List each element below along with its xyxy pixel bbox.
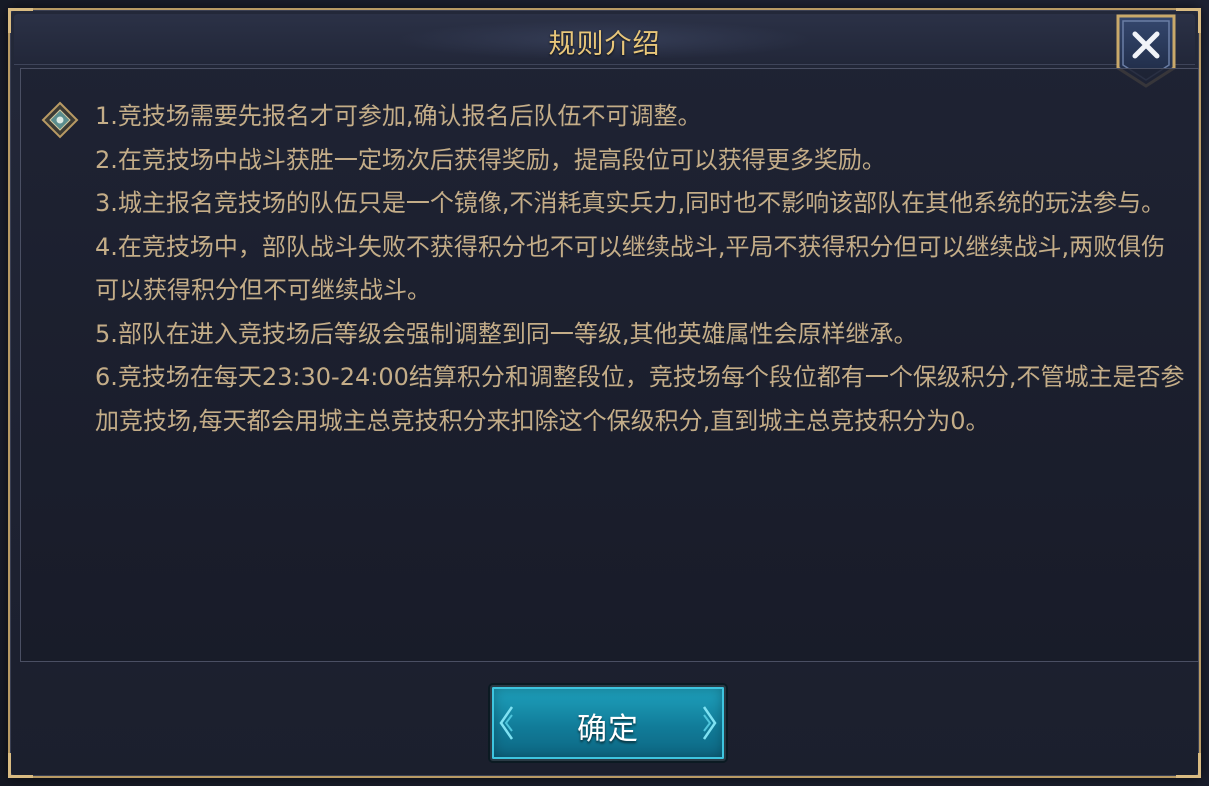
game-screen: 规则介绍 1.竞技场需要先报名才可参加,确认报名后队伍不可调整。 2.在竞技场中… xyxy=(0,0,1209,786)
rule-item: 1.竞技场需要先报名才可参加,确认报名后队伍不可调整。 xyxy=(95,102,702,130)
rules-dialog: 规则介绍 1.竞技场需要先报名才可参加,确认报名后队伍不可调整。 2.在竞技场中… xyxy=(8,8,1201,778)
dialog-title: 规则介绍 xyxy=(548,29,661,60)
rule-item: 3.城主报名竞技场的队伍只是一个镜像,不消耗真实兵力,同时也不影响该部队在其他系… xyxy=(95,189,1166,217)
confirm-label: 确定 xyxy=(577,712,639,747)
confirm-button[interactable]: 确定 xyxy=(490,685,726,761)
frame-corner xyxy=(1176,753,1201,778)
rule-item: 5.部队在进入竞技场后等级会强制调整到同一等级,其他英雄属性会原样继承。 xyxy=(95,319,918,348)
frame-corner xyxy=(8,753,33,778)
dialog-header: 规则介绍 xyxy=(14,14,1195,65)
chevron-right-decoration-icon xyxy=(700,705,718,741)
rule-item: 2.在竞技场中战斗获胜一定场次后获得奖励，提高段位可以获得更多奖励。 xyxy=(95,145,886,174)
diamond-bullet-icon xyxy=(41,101,79,139)
rules-content-panel: 1.竞技场需要先报名才可参加,确认报名后队伍不可调整。 2.在竞技场中战斗获胜一… xyxy=(20,68,1199,662)
rule-item: 6.竞技场在每天23:30-24:00结算积分和调整段位，竞技场每个段位都有一个… xyxy=(95,363,1185,435)
rules-list: 1.竞技场需要先报名才可参加,确认报名后队伍不可调整。 2.在竞技场中战斗获胜一… xyxy=(95,95,1185,443)
rule-item: 4.在竞技场中，部队战斗失败不获得积分也不可以继续战斗,平局不获得积分但可以继续… xyxy=(95,232,1166,305)
